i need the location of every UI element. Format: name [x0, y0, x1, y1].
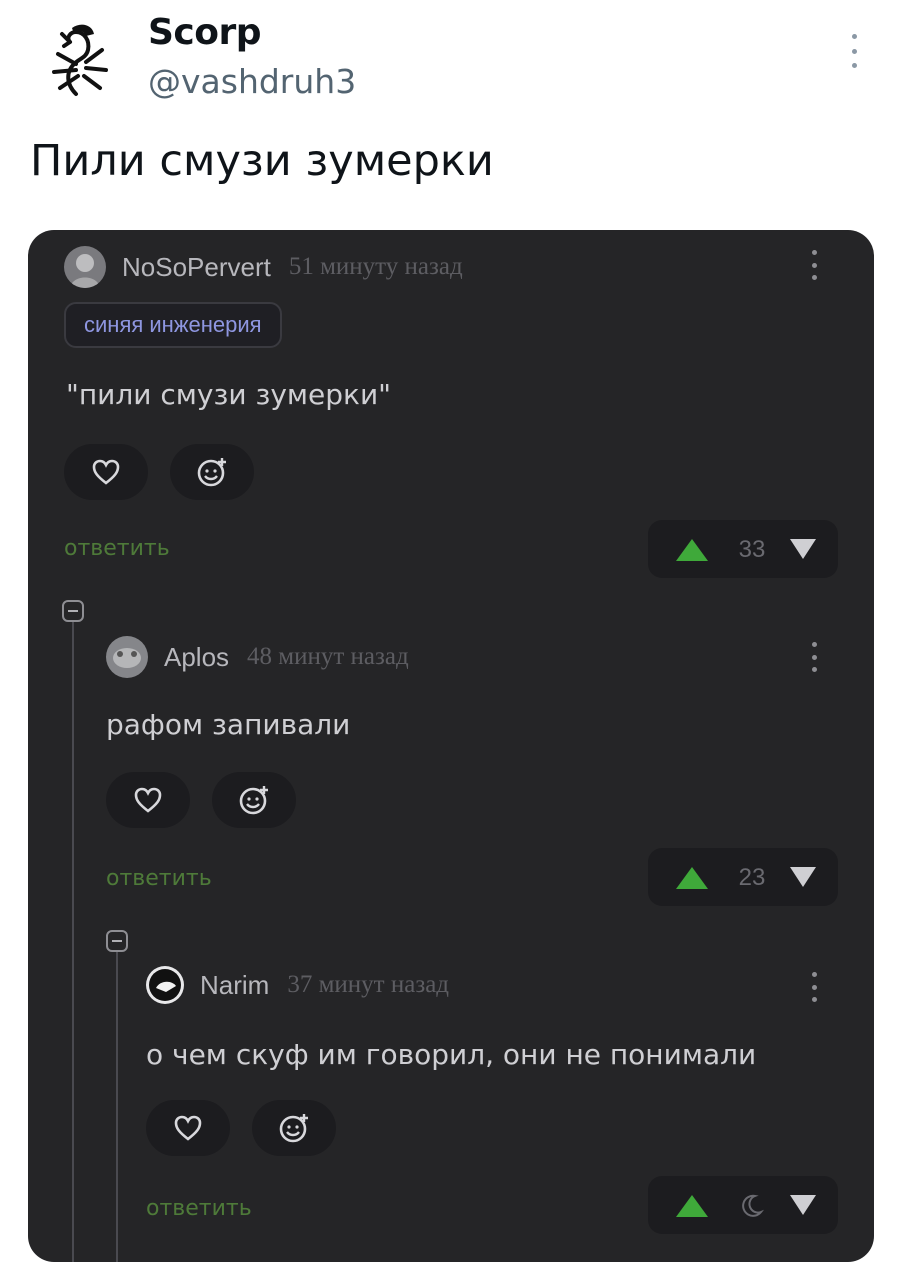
reply-link[interactable]: ответить — [146, 1196, 252, 1221]
author-handle[interactable]: @vashdruh3 — [148, 62, 356, 101]
comment-text: рафом запивали — [106, 708, 351, 741]
downvote-icon[interactable] — [790, 539, 816, 559]
smiley-add-icon — [279, 1114, 308, 1143]
author-avatar[interactable] — [36, 14, 122, 100]
rating-score: 23 — [738, 864, 766, 891]
reply-link[interactable]: ответить — [106, 866, 212, 891]
rating-pending — [730, 1192, 774, 1225]
like-button[interactable] — [106, 772, 190, 828]
rating-score: 33 — [738, 536, 766, 563]
thread-line — [72, 622, 74, 1262]
add-reaction-button[interactable] — [212, 772, 296, 828]
scorpion-icon — [52, 24, 108, 96]
moon-clock-icon — [742, 1194, 764, 1217]
downvote-icon[interactable] — [790, 867, 816, 887]
upvote-icon[interactable] — [676, 1195, 708, 1217]
commenter-avatar[interactable] — [146, 966, 184, 1004]
comment-rating — [648, 1176, 838, 1234]
comment-time: 51 минуту назад — [288, 253, 463, 280]
collapse-thread-icon[interactable] — [106, 930, 128, 952]
comment-text: о чем скуф им говорил, они не понимали — [146, 1038, 757, 1071]
comment-username[interactable]: Aplos — [164, 642, 229, 673]
comment-time: 48 минут назад — [247, 643, 409, 670]
comment-username[interactable]: NoSoPervert — [122, 252, 271, 283]
heart-icon — [174, 1115, 202, 1141]
like-button[interactable] — [64, 444, 148, 500]
comment-header: Aplos 48 минут назад — [106, 636, 409, 678]
comment-more-icon[interactable] — [808, 642, 820, 672]
downvote-icon[interactable] — [790, 1195, 816, 1215]
comment-time: 37 минут назад — [287, 971, 450, 998]
comment-header: Narim 37 минут назад — [146, 966, 449, 1004]
author-name[interactable]: Scorp — [148, 12, 262, 53]
commenter-avatar[interactable] — [106, 636, 148, 678]
add-reaction-button[interactable] — [170, 444, 254, 500]
tweet-text: Пили смузи зумерки — [30, 136, 494, 186]
commenter-avatar[interactable] — [64, 246, 106, 288]
comment-header: NoSoPervert 51 минуту назад — [64, 246, 463, 288]
community-tag[interactable]: синяя инженерия — [64, 302, 282, 348]
comment-more-icon[interactable] — [808, 250, 820, 280]
smiley-add-icon — [239, 786, 268, 815]
smiley-add-icon — [197, 458, 226, 487]
collapse-thread-icon[interactable] — [62, 600, 84, 622]
upvote-icon[interactable] — [676, 539, 708, 561]
more-options-icon[interactable] — [846, 34, 862, 68]
heart-icon — [92, 459, 120, 485]
embedded-screenshot: NoSoPervert 51 минуту назад синяя инжене… — [28, 230, 874, 1262]
upvote-icon[interactable] — [676, 867, 708, 889]
thread-line — [116, 952, 118, 1262]
like-button[interactable] — [146, 1100, 230, 1156]
add-reaction-button[interactable] — [252, 1100, 336, 1156]
reply-link[interactable]: ответить — [64, 536, 170, 561]
comment-username[interactable]: Narim — [200, 970, 269, 1001]
comment-rating: 33 — [648, 520, 838, 578]
comment-text: "пили смузи зумерки" — [66, 378, 392, 411]
heart-icon — [134, 787, 162, 813]
comment-more-icon[interactable] — [808, 972, 820, 1002]
comment-rating: 23 — [648, 848, 838, 906]
